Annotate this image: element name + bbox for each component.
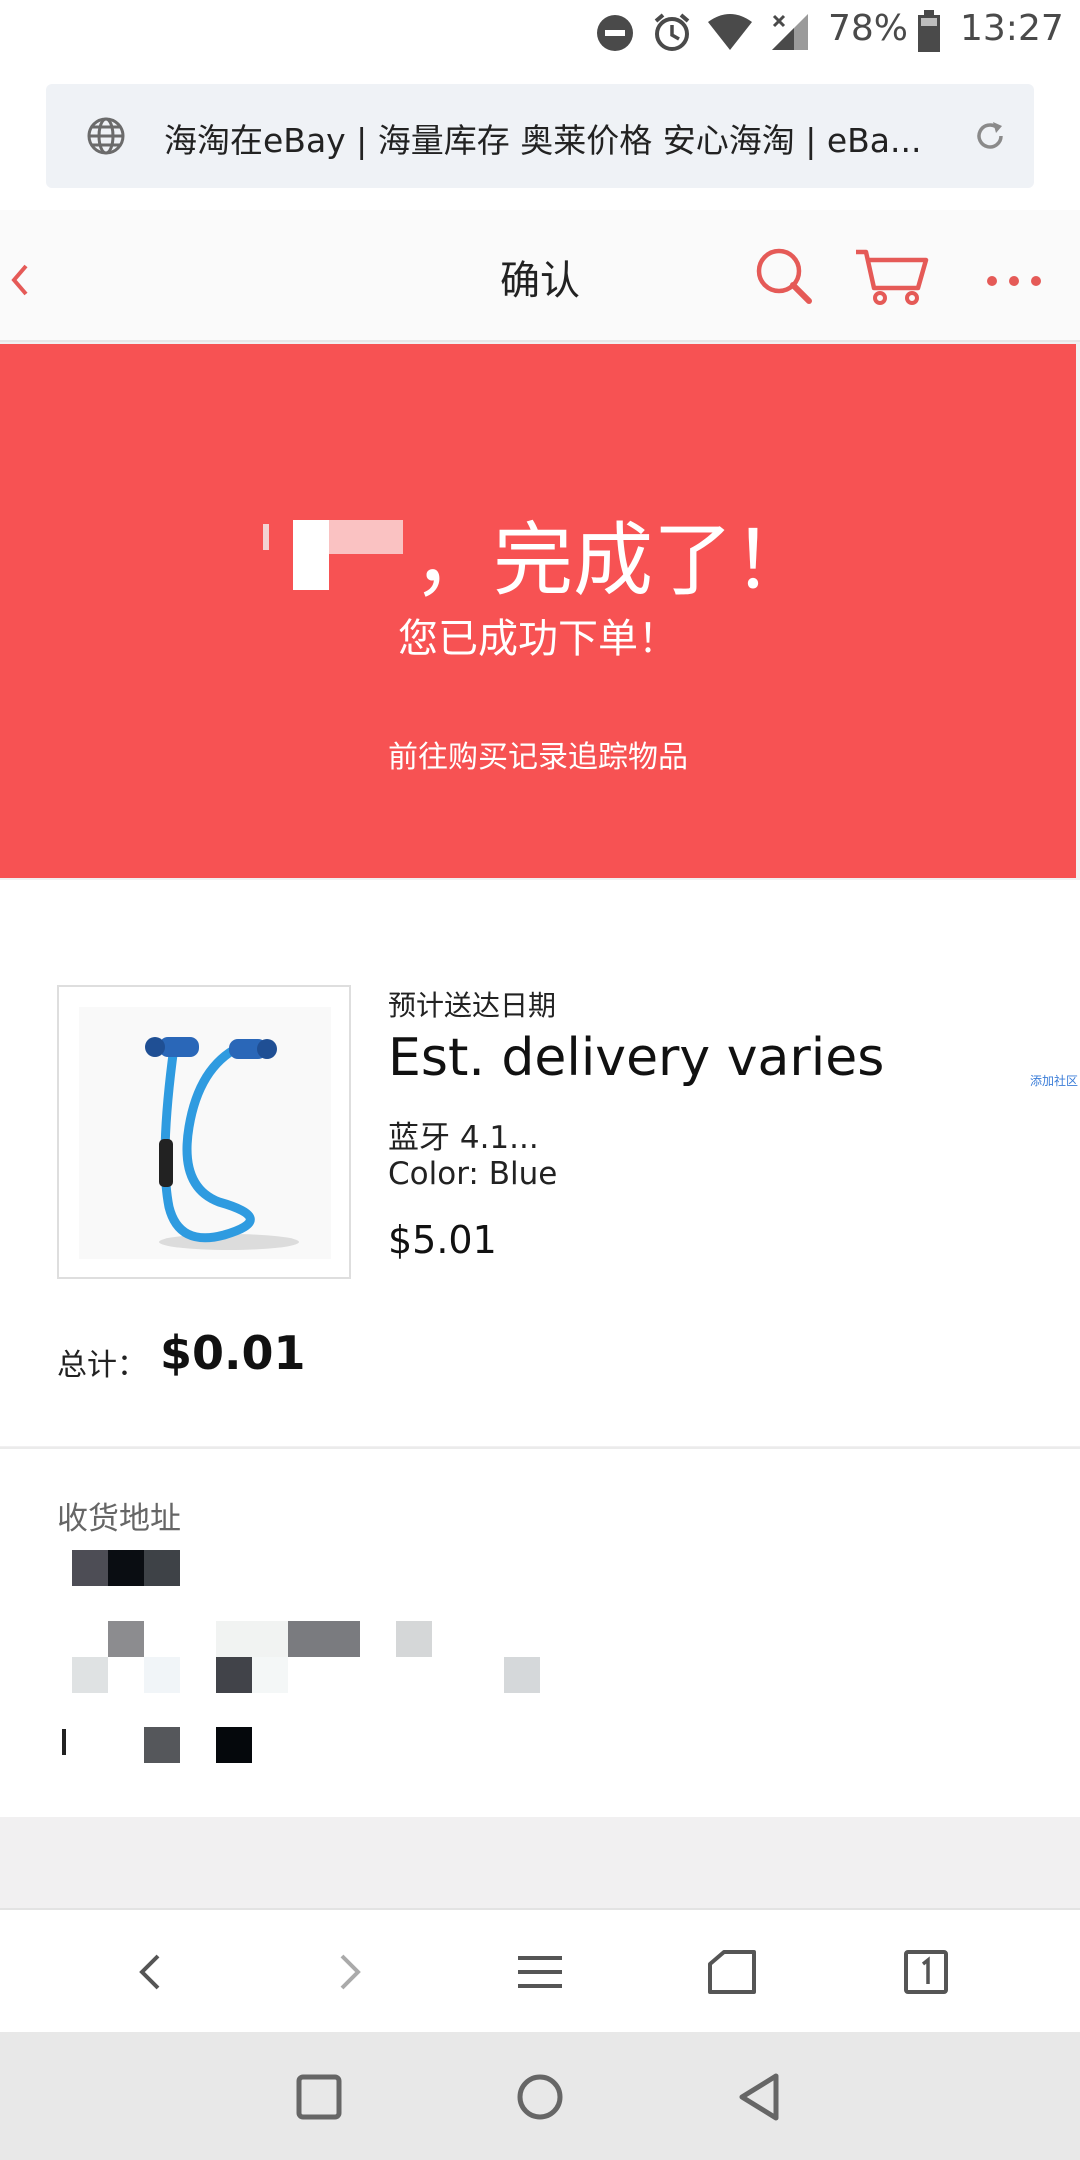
order-success-banner: ，完成了！ 您已成功下单！ 前往购买记录追踪物品 [0,344,1076,878]
back-icon[interactable] [726,2062,796,2132]
address-bar[interactable]: 海淘在eBay | 海量库存 奥莱价格 安心海淘 | eBa... [46,84,1034,188]
search-icon[interactable] [754,246,814,306]
banner-subtitle: 您已成功下单！ [398,616,678,662]
browser-chrome: 海淘在eBay | 海量库存 奥莱价格 安心海淘 | eBa... [0,66,1080,210]
browser-home-icon[interactable] [700,1940,764,2004]
reload-icon[interactable] [972,118,1008,154]
signal-icon [772,14,808,50]
est-delivery-label: 预计送达日期 [388,989,557,1022]
item-price: $5.01 [388,1218,497,1262]
order-item-card: 预计送达日期 Est. delivery varies 蓝牙 4.1... Co… [0,880,1080,1446]
dnd-icon [597,15,633,51]
home-icon[interactable] [505,2062,575,2132]
cart-icon[interactable] [854,248,930,306]
page-header: 确认 [0,210,1080,342]
browser-menu-icon[interactable] [508,1940,572,2004]
system-navigation-bar [0,2032,1080,2160]
purchase-history-link-text[interactable]: 前往购买记录追踪物品 [388,740,688,775]
recent-apps-icon[interactable] [284,2062,354,2132]
browser-toolbar [0,1908,1080,2032]
page-url-title[interactable]: 海淘在eBay | 海量库存 奥莱价格 安心海淘 | eBa... [164,114,984,162]
item-color: Color: Blue [388,1156,558,1192]
alarm-icon [654,13,690,51]
shipping-address-label: 收货地址 [57,1501,181,1537]
banner-headline: ，完成了！ [0,496,1076,612]
est-delivery-value: Est. delivery varies [388,1028,885,1088]
battery-percent: 78% [828,8,909,49]
clock: 13:27 [960,8,1064,49]
browser-forward-icon[interactable] [316,1940,380,2004]
more-icon[interactable] [986,274,1042,288]
purchase-history-link: 前往购买记录追踪物品 [0,732,1076,776]
globe-icon [87,117,125,155]
item-thumbnail[interactable] [57,985,351,1279]
earphones-image [145,1037,299,1250]
side-note[interactable]: 添加社区 [1030,1072,1078,1089]
wifi-icon [708,14,752,50]
total-label: 总计： [57,1348,147,1383]
browser-tabs-icon[interactable] [894,1940,958,2004]
status-bar: 78% 13:27 [0,0,1080,66]
total-value: $0.01 [160,1326,306,1380]
shipping-address-card: 收货地址 [0,1447,1080,1817]
battery-icon [918,10,940,52]
redacted-username [263,520,403,596]
banner-headline-text: ，完成了！ [413,514,813,607]
browser-back-icon[interactable] [120,1940,184,2004]
item-title[interactable]: 蓝牙 4.1... [388,1112,539,1157]
